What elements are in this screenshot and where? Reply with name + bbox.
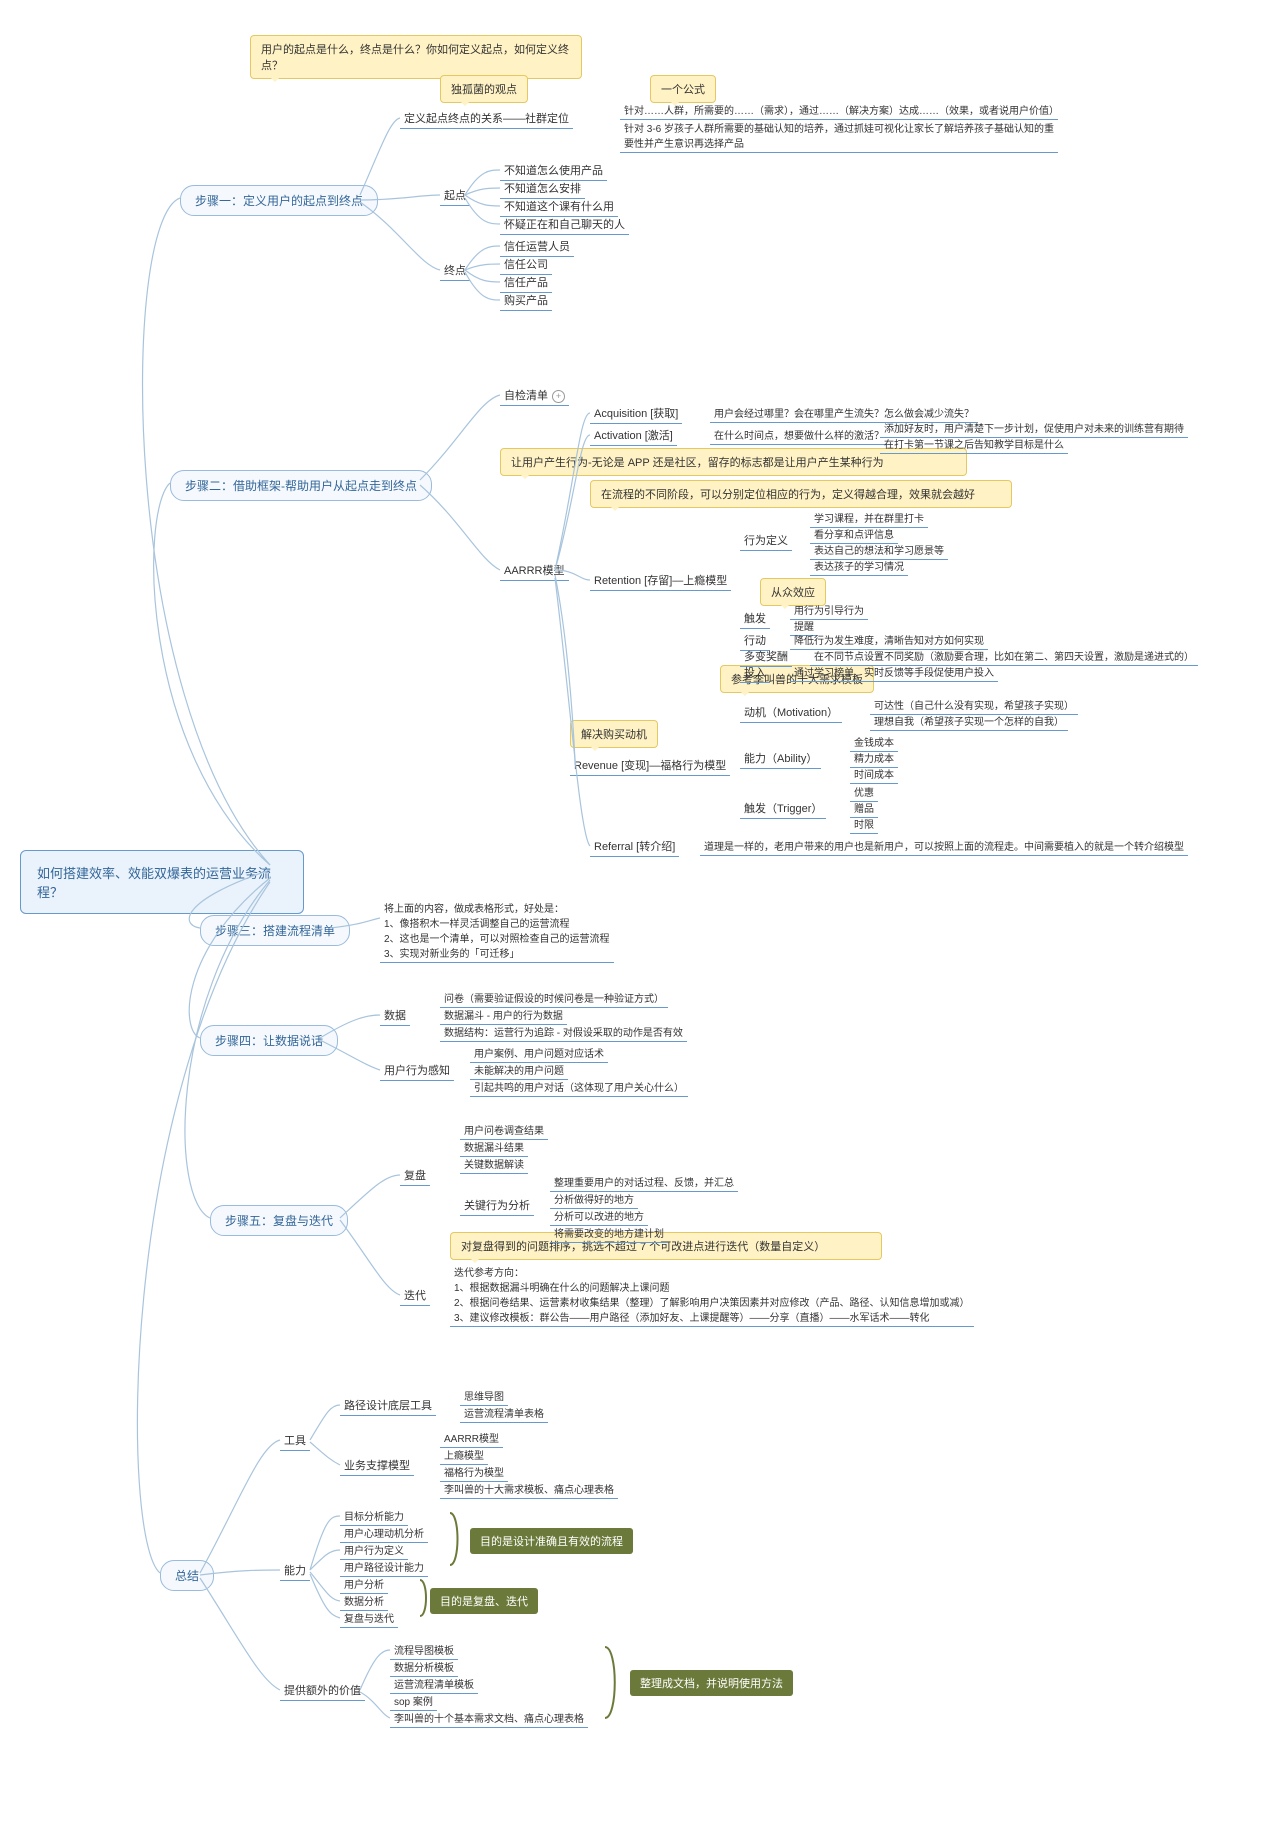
- s3-desc: 将上面的内容，做成表格形式，好处是： 1、像搭积木一样灵活调整自己的运营流程 2…: [380, 898, 614, 963]
- s1-rel-d2: 针对 3-6 岁孩子人群所需要的基础认知的培养，通过抓娃可视化让家长了解培养孩子…: [620, 118, 1058, 153]
- s2-invest[interactable]: 投入: [740, 662, 770, 683]
- s2-trig[interactable]: 触发: [740, 608, 770, 629]
- green-review: 目的是复盘、迭代: [430, 1588, 538, 1614]
- s5-r3: 关键数据解读: [460, 1154, 528, 1174]
- s2-mot[interactable]: 动机（Motivation）: [740, 702, 842, 723]
- step4[interactable]: 步骤四：让数据说话: [200, 1025, 338, 1056]
- step2[interactable]: 步骤二：借助框架-帮助用户从起点走到终点: [170, 470, 432, 501]
- s2-rev[interactable]: Revenue [变现]—福格行为模型: [570, 755, 730, 776]
- s1-en4: 购买产品: [500, 290, 552, 311]
- sm-t2d: 李叫兽的十大需求模板、痛点心理表格: [440, 1479, 618, 1499]
- sm-tools[interactable]: 工具: [280, 1430, 310, 1451]
- s2-trg[interactable]: 触发（Trigger）: [740, 798, 826, 819]
- callout-formula: 一个公式: [650, 75, 716, 103]
- s5-iter-d: 迭代参考方向： 1、根据数据漏斗明确在什么的问题解决上课问题 2、根据问卷结果、…: [450, 1262, 974, 1327]
- sm-a7: 复盘与迭代: [340, 1608, 398, 1628]
- sm-t1b: 运营流程清单表格: [460, 1403, 548, 1423]
- s2-act-d2: 在打卡第一节课之后告知教学目标是什么: [880, 434, 1068, 454]
- green-doc: 整理成文档，并说明使用方法: [630, 1670, 793, 1696]
- step3[interactable]: 步骤三：搭建流程清单: [200, 915, 350, 946]
- s5-rb4: 将需要改变的地方建计划: [550, 1223, 668, 1243]
- callout-user-start-end: 用户的起点是什么，终点是什么？你如何定义起点，如何定义终点？: [250, 35, 582, 79]
- callout-purchase-motive: 解决购买动机: [570, 720, 658, 748]
- s2-ret[interactable]: Retention [存留]—上瘾模型: [590, 570, 731, 591]
- sm-e5: 李叫兽的十个基本需求文档、痛点心理表格: [390, 1708, 588, 1728]
- s5-review[interactable]: 复盘: [400, 1165, 430, 1186]
- sm-extra[interactable]: 提供额外的价值: [280, 1680, 365, 1701]
- step5[interactable]: 步骤五：复盘与迭代: [210, 1205, 348, 1236]
- root-node[interactable]: 如何搭建效率、效能双爆表的运营业务流程？: [20, 850, 304, 914]
- s2-act-d: 在什么时间点，想要做什么样的激活？: [710, 425, 888, 445]
- s2-act[interactable]: Activation [激活]: [590, 425, 677, 446]
- s2-mot2: 理想自我（希望孩子实现一个怎样的自我）: [870, 711, 1068, 731]
- s2-trg3: 时限: [850, 814, 878, 834]
- s2-abi[interactable]: 能力（Ability）: [740, 748, 821, 769]
- s2-ref-d: 道理是一样的，老用户带来的用户也是新用户，可以按照上面的流程走。中间需要植入的就…: [700, 836, 1188, 856]
- summary[interactable]: 总结: [160, 1560, 214, 1591]
- s4-sense[interactable]: 用户行为感知: [380, 1060, 454, 1081]
- callout-dugujun: 独孤菌的观点: [440, 75, 528, 103]
- sm-t2[interactable]: 业务支撑模型: [340, 1455, 414, 1476]
- s1-end[interactable]: 终点: [440, 260, 470, 281]
- expand-icon[interactable]: +: [552, 390, 565, 403]
- green-design: 目的是设计准确且有效的流程: [470, 1528, 633, 1554]
- s2-invest-d: 通过学习榜单、实时反馈等手段促使用户投入: [790, 662, 998, 682]
- sm-t1[interactable]: 路径设计底层工具: [340, 1395, 436, 1416]
- s1-start[interactable]: 起点: [440, 185, 470, 206]
- s2-acq[interactable]: Acquisition [获取]: [590, 403, 682, 424]
- s5-iter[interactable]: 迭代: [400, 1285, 430, 1306]
- s4-u3: 引起共鸣的用户对话（这体现了用户关心什么）: [470, 1077, 688, 1097]
- s1-st4: 怀疑正在和自己聊天的人: [500, 214, 629, 235]
- s5-rb[interactable]: 关键行为分析: [460, 1195, 534, 1216]
- s2-ref[interactable]: Referral [转介绍]: [590, 836, 679, 857]
- s1-rel-d1: 针对……人群，所需要的……（需求），通过……（解决方案）达成……（效果，或者说用…: [620, 100, 1058, 120]
- sm-ability[interactable]: 能力: [280, 1560, 310, 1581]
- s2-beh4: 表达孩子的学习情况: [810, 556, 908, 576]
- s4-d3: 数据结构：运营行为追踪 - 对假设采取的动作是否有效: [440, 1022, 687, 1042]
- s1-relation[interactable]: 定义起点终点的关系——社群定位: [400, 108, 573, 129]
- s4-data[interactable]: 数据: [380, 1005, 410, 1026]
- callout-stage-behavior: 在流程的不同阶段，可以分别定位相应的行为，定义得越合理，效果就会越好: [590, 480, 1012, 508]
- s2-aarrr[interactable]: AARRR模型: [500, 560, 569, 581]
- s2-abi3: 时间成本: [850, 764, 898, 784]
- s2-check[interactable]: 自检清单+: [500, 385, 569, 406]
- step1[interactable]: 步骤一：定义用户的起点到终点: [180, 185, 378, 216]
- s2-beh[interactable]: 行为定义: [740, 530, 792, 551]
